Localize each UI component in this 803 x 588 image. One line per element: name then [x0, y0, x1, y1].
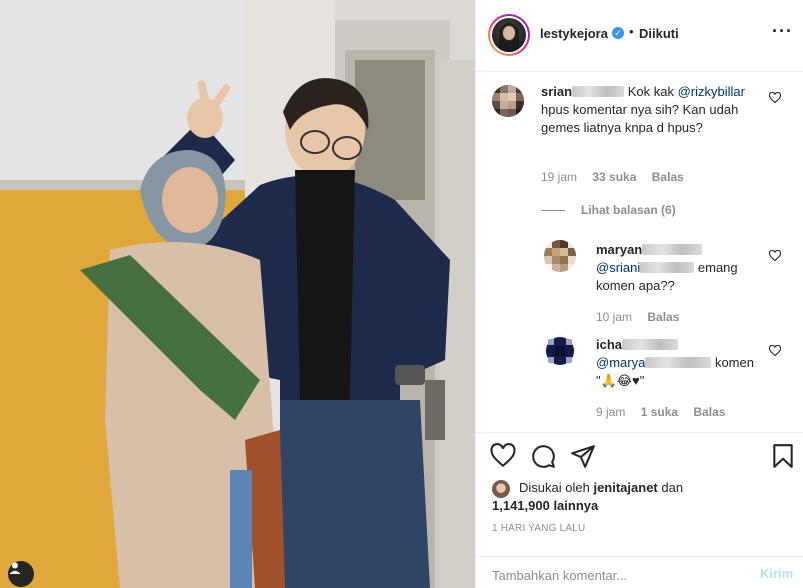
- censored-mention: [640, 262, 695, 273]
- reply-like-heart-icon[interactable]: [769, 250, 781, 262]
- post-actions-section: Disukai oleh jenitajanet dan 1,141,900 l…: [476, 432, 803, 588]
- reply-text: komen: [714, 355, 754, 370]
- comment-bubble-icon[interactable]: [530, 443, 556, 469]
- reply-avatar[interactable]: [544, 335, 576, 367]
- censored-username: [622, 339, 679, 350]
- follow-status-button[interactable]: Diikuti: [639, 26, 679, 41]
- verified-badge-icon: ✓: [612, 27, 624, 39]
- author-avatar-image: [499, 23, 519, 52]
- comment-avatar[interactable]: [492, 85, 524, 117]
- reply-time[interactable]: 10 jam: [596, 310, 632, 324]
- post-image: [0, 0, 475, 588]
- view-replies-line: [541, 209, 565, 211]
- view-replies-label: Lihat balasan (6): [581, 203, 676, 217]
- likes-prefix: Disukai oleh: [519, 480, 590, 495]
- reply-username[interactable]: icha: [596, 337, 622, 352]
- more-options-icon[interactable]: ···: [772, 22, 793, 40]
- comment-mention[interactable]: @rizkybillar: [678, 84, 745, 99]
- like-heart-icon[interactable]: [490, 443, 516, 469]
- comment-like-heart-icon[interactable]: [769, 92, 781, 104]
- censored-mention: [645, 357, 712, 368]
- comments-list[interactable]: srian Kok kak @rizkybillar hpus komentar…: [476, 73, 803, 431]
- comment-text: hpus komentar nya sih? Kan udah gemes li…: [541, 102, 739, 135]
- pixelated-avatar: [544, 335, 576, 367]
- reply-reply-button[interactable]: Balas: [647, 310, 679, 324]
- post-header: lestykejora ✓ • Diikuti ···: [476, 0, 803, 72]
- add-comment-bar: Kirim: [476, 556, 803, 588]
- liker-avatar[interactable]: [492, 480, 510, 498]
- save-bookmark-icon[interactable]: [770, 443, 796, 469]
- share-paper-plane-icon[interactable]: [570, 443, 596, 469]
- censored-username: [642, 244, 703, 255]
- reply-mention[interactable]: @marya: [596, 355, 645, 370]
- pixelated-avatar: [492, 85, 524, 117]
- post-timestamp[interactable]: 1 HARI YANG LALU: [492, 523, 585, 534]
- view-replies-button[interactable]: Lihat balasan (6): [541, 203, 676, 217]
- reply-avatar[interactable]: [544, 240, 576, 272]
- post-photo[interactable]: [0, 0, 475, 588]
- author-avatar[interactable]: [488, 14, 530, 56]
- reply-meta: 9 jam 1 suka Balas: [596, 405, 737, 419]
- comment-text-prefix: Kok kak: [627, 84, 674, 99]
- likes-line-1: Disukai oleh jenitajanet dan: [519, 479, 683, 497]
- comment-likes[interactable]: 33 suka: [592, 170, 636, 184]
- reply-body: maryan @sriani emang komen apa??: [596, 241, 766, 295]
- comment-body: srian Kok kak @rizkybillar hpus komentar…: [541, 83, 761, 137]
- author-username[interactable]: lestykejora: [540, 26, 608, 41]
- comment-meta: 19 jam 33 suka Balas: [541, 170, 696, 184]
- reply-reply-button[interactable]: Balas: [693, 405, 725, 419]
- reply-meta: 10 jam Balas: [596, 310, 691, 324]
- likes-connector: dan: [661, 480, 684, 495]
- reply-body: icha @marya komen "🙏😂♥": [596, 336, 766, 390]
- reply-likes[interactable]: 1 suka: [641, 405, 678, 419]
- censored-username: [572, 86, 625, 97]
- comment-input[interactable]: [492, 566, 732, 584]
- liker-username[interactable]: jenitajanet: [593, 480, 657, 495]
- reply-username[interactable]: maryan: [596, 242, 642, 257]
- reply-emoji-text: "🙏😂♥": [596, 373, 645, 388]
- comment-reply-button[interactable]: Balas: [652, 170, 684, 184]
- reply-like-heart-icon[interactable]: [769, 345, 781, 357]
- tagged-people-button[interactable]: [8, 561, 34, 587]
- comment-time[interactable]: 19 jam: [541, 170, 577, 184]
- reply-time[interactable]: 9 jam: [596, 405, 625, 419]
- person-icon: [9, 562, 21, 574]
- post-details-panel: lestykejora ✓ • Diikuti ··· srian Kok ka…: [475, 0, 803, 588]
- likes-count[interactable]: 1,141,900 lainnya: [492, 497, 598, 515]
- header-separator: •: [629, 24, 634, 39]
- reply-mention[interactable]: @sriani: [596, 260, 640, 275]
- post-comment-button[interactable]: Kirim: [760, 566, 793, 581]
- comment-username[interactable]: srian: [541, 84, 572, 99]
- pixelated-avatar: [544, 240, 576, 272]
